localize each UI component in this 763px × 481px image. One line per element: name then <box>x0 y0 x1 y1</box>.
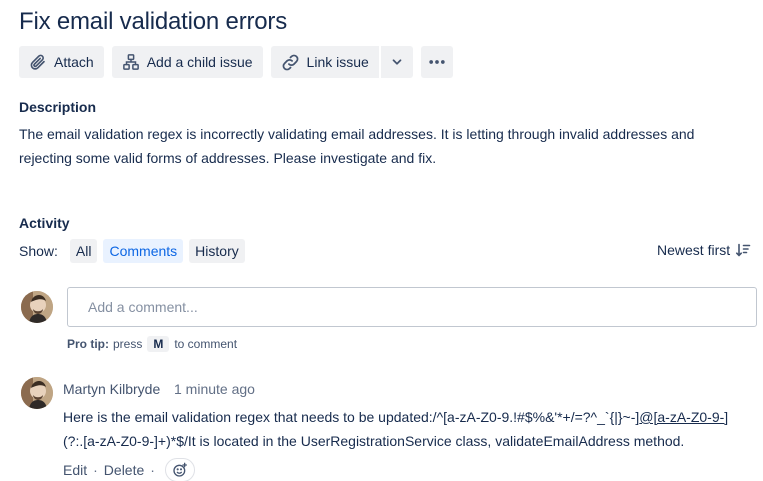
sort-order-label: Newest first <box>657 242 731 258</box>
add-reaction-button[interactable] <box>164 458 195 481</box>
more-icon <box>429 60 445 64</box>
filter-all-button[interactable]: All <box>69 239 98 263</box>
link-issue-split-button: Link issue <box>270 46 413 78</box>
comment-actions: Edit · Delete · <box>63 458 195 481</box>
comment-author-avatar[interactable] <box>21 377 53 409</box>
comment-email-link[interactable]: @[a-zA-Z0-9-] <box>639 409 728 425</box>
issue-title[interactable]: Fix email validation errors <box>19 8 287 36</box>
separator: · <box>150 462 155 478</box>
filter-history-button[interactable]: History <box>189 239 245 263</box>
current-user-avatar[interactable] <box>21 291 53 323</box>
attach-button[interactable]: Attach <box>19 46 104 78</box>
comment-text-1: Here is the email validation regex that … <box>63 409 640 425</box>
description-text[interactable]: The email validation regex is incorrectl… <box>19 122 744 170</box>
pro-tip-key: M <box>147 336 170 352</box>
link-issue-label: Link issue <box>306 54 369 70</box>
sort-icon <box>736 243 751 257</box>
chevron-down-icon <box>392 59 402 65</box>
edit-comment-button[interactable]: Edit <box>63 462 87 478</box>
pro-tip-label: Pro tip: <box>67 337 109 351</box>
hierarchy-icon <box>122 54 139 70</box>
activity-heading: Activity <box>19 215 70 231</box>
add-comment-placeholder: Add a comment... <box>88 299 198 315</box>
paperclip-icon <box>30 54 45 70</box>
add-child-issue-button[interactable]: Add a child issue <box>111 46 263 78</box>
filter-comments-button[interactable]: Comments <box>103 239 184 263</box>
add-comment-input[interactable]: Add a comment... <box>67 287 757 327</box>
comment-author-name[interactable]: Martyn Kilbryde <box>63 381 160 397</box>
comment-timestamp[interactable]: 1 minute ago <box>174 381 255 397</box>
attach-label: Attach <box>54 54 94 70</box>
comment-line-1: Here is the email validation regex that … <box>63 405 753 429</box>
activity-filter-bar: Show: All Comments History <box>19 239 245 263</box>
show-label: Show: <box>19 243 58 259</box>
comment-body: Here is the email validation regex that … <box>63 405 753 453</box>
delete-comment-button[interactable]: Delete <box>104 462 144 478</box>
separator: · <box>93 462 98 478</box>
link-issue-dropdown-button[interactable] <box>380 46 413 78</box>
link-issue-button[interactable]: Link issue <box>270 46 379 78</box>
add-child-issue-label: Add a child issue <box>146 54 253 70</box>
pro-tip-post: to comment <box>174 337 238 351</box>
sort-order-button[interactable]: Newest first <box>657 242 751 258</box>
more-actions-button[interactable] <box>420 46 453 78</box>
issue-toolbar: Attach Add a child issue Link issue <box>19 46 453 78</box>
comment-text-2: (?:.[a-zA-Z0-9-]+)*$/It is located in th… <box>63 433 685 449</box>
link-icon <box>282 54 298 70</box>
pro-tip-pre: press <box>113 337 143 351</box>
pro-tip: Pro tip: press M to comment <box>67 336 237 352</box>
emoji-add-icon <box>173 462 187 477</box>
description-heading: Description <box>19 99 97 115</box>
